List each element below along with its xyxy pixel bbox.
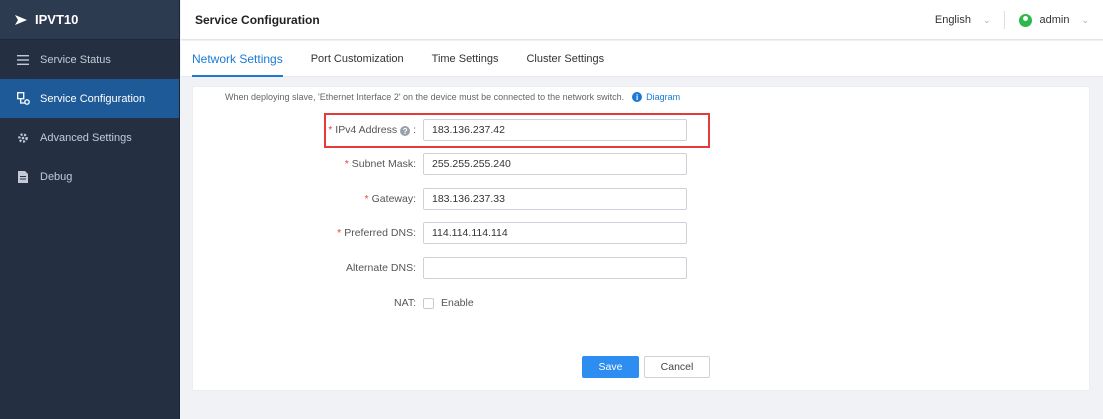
- notice-text: When deploying slave, 'Ethernet Interfac…: [225, 92, 625, 102]
- settings-tabs: Network Settings Port Customization Time…: [181, 41, 1103, 77]
- logo-icon: [15, 14, 27, 25]
- chevron-down-icon: ⌄: [1081, 14, 1089, 25]
- subnet-label: * Subnet Mask:: [193, 158, 423, 170]
- help-icon[interactable]: ?: [400, 126, 411, 137]
- ipv4-colon: :: [413, 123, 416, 136]
- ipv4-address-input[interactable]: [423, 119, 687, 141]
- ipv4-label: * IPv4 Address? :: [193, 124, 423, 137]
- config-icon: [16, 92, 30, 106]
- page-title: Service Configuration: [195, 12, 320, 27]
- nat-row: NAT: Enable: [193, 292, 474, 314]
- ipv4-label-text: IPv4 Address: [335, 123, 398, 136]
- tab-time-settings[interactable]: Time Settings: [432, 41, 513, 77]
- top-header: Service Configuration English ⌄ admin ⌄: [181, 0, 1103, 40]
- alternate-dns-input[interactable]: [423, 257, 687, 279]
- gateway-label-text: Gateway:: [371, 193, 416, 205]
- deployment-notice: When deploying slave, 'Ethernet Interfac…: [225, 92, 680, 102]
- preferred-dns-row: * Preferred DNS:: [193, 222, 687, 244]
- tab-cluster-settings[interactable]: Cluster Settings: [526, 41, 618, 77]
- save-button[interactable]: Save: [582, 356, 639, 378]
- required-mark: *: [337, 227, 342, 239]
- preferred-dns-label-text: Preferred DNS:: [344, 227, 416, 239]
- info-icon: i: [632, 92, 643, 102]
- sidebar-item-service-configuration[interactable]: Service Configuration: [0, 79, 179, 118]
- diagram-link[interactable]: Diagram: [646, 92, 680, 102]
- gear-icon: [16, 131, 30, 145]
- required-mark: *: [364, 193, 369, 205]
- language-value: English: [934, 14, 971, 26]
- required-mark: *: [328, 123, 333, 136]
- app-name: IPVT10: [35, 12, 79, 27]
- user-avatar-icon: [1019, 13, 1033, 27]
- nat-label: NAT:: [394, 297, 416, 309]
- document-icon: [16, 170, 30, 184]
- alternate-dns-label: Alternate DNS:: [345, 262, 416, 274]
- required-mark: *: [344, 158, 349, 170]
- sidebar-item-label: Advanced Settings: [40, 131, 132, 144]
- subnet-label-text: Subnet Mask:: [351, 158, 416, 170]
- gateway-label: * Gateway:: [193, 193, 423, 205]
- cancel-button[interactable]: Cancel: [644, 356, 710, 378]
- sidebar-item-label: Debug: [40, 170, 73, 183]
- subnet-mask-input[interactable]: [423, 153, 687, 175]
- nat-enable-label[interactable]: Enable: [441, 297, 474, 309]
- gateway-input[interactable]: [423, 188, 687, 210]
- sidebar-item-debug[interactable]: Debug: [0, 157, 179, 196]
- tab-network-settings[interactable]: Network Settings: [192, 41, 297, 77]
- language-select[interactable]: English ⌄: [935, 14, 991, 26]
- app-brand[interactable]: IPVT10: [0, 0, 179, 40]
- alternate-dns-row: Alternate DNS:: [193, 257, 687, 279]
- sidebar-item-label: Service Configuration: [40, 92, 146, 105]
- gateway-row: * Gateway:: [193, 188, 687, 210]
- sidebar-nav: Service Status Service Configuration Adv…: [0, 40, 179, 196]
- sidebar-item-advanced-settings[interactable]: Advanced Settings: [0, 118, 179, 157]
- tab-port-customization[interactable]: Port Customization: [311, 41, 418, 77]
- preferred-dns-input[interactable]: [423, 222, 687, 244]
- list-icon: [16, 53, 30, 67]
- chevron-down-icon: ⌄: [982, 14, 991, 25]
- sidebar-item-service-status[interactable]: Service Status: [0, 40, 179, 79]
- user-menu[interactable]: admin ⌄: [1019, 13, 1089, 27]
- ipv4-row: * IPv4 Address? :: [193, 119, 687, 141]
- nat-enable-checkbox[interactable]: [423, 297, 434, 309]
- preferred-dns-label: * Preferred DNS:: [193, 227, 423, 239]
- divider: [1004, 11, 1006, 29]
- subnet-row: * Subnet Mask:: [193, 153, 687, 175]
- header-actions: English ⌄ admin ⌄: [935, 0, 1089, 40]
- username: admin: [1039, 14, 1070, 26]
- sidebar-item-label: Service Status: [40, 53, 111, 66]
- network-settings-form: When deploying slave, 'Ethernet Interfac…: [192, 86, 1090, 391]
- sidebar: IPVT10 Service Status Service Configurat…: [0, 0, 180, 419]
